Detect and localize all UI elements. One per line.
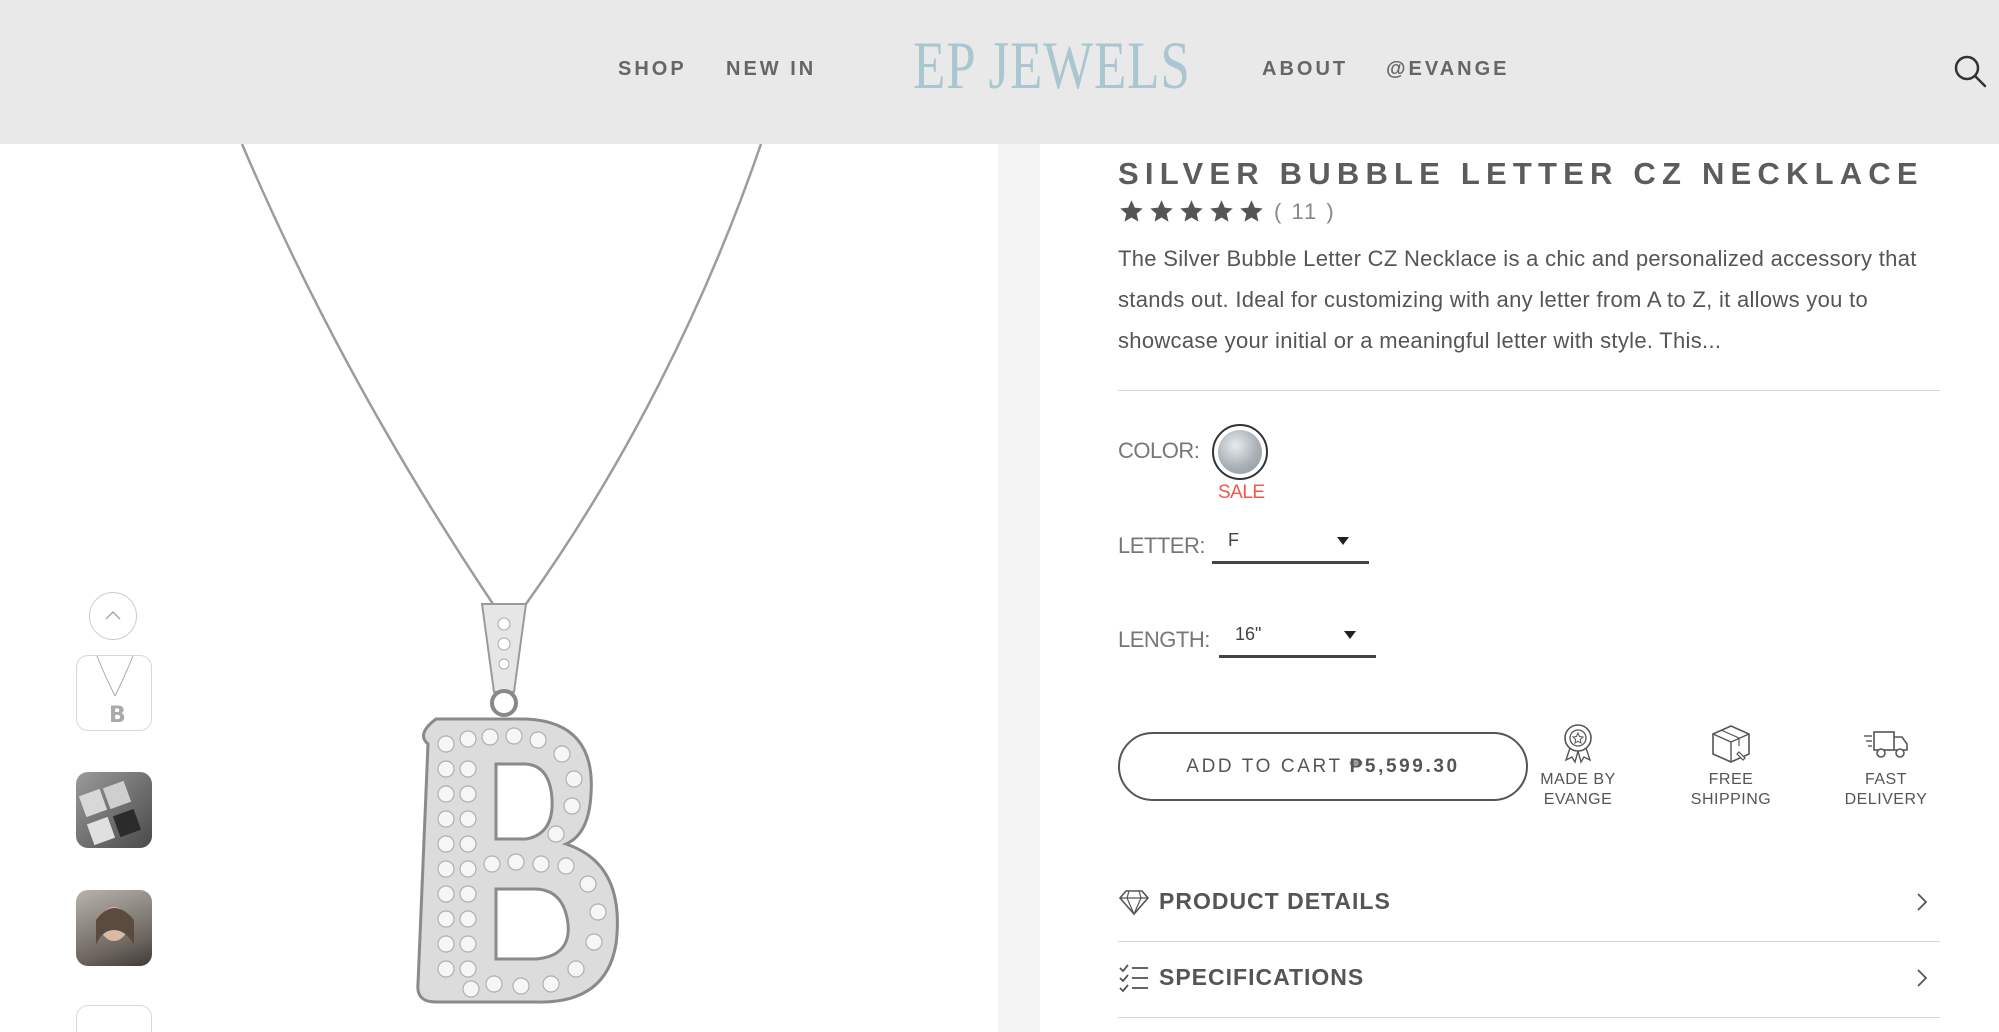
nav-about[interactable]: ABOUT bbox=[1262, 58, 1348, 81]
feature-line1: MADE BY bbox=[1540, 771, 1616, 788]
svg-text:B: B bbox=[109, 703, 126, 728]
feature-made-by-evange: MADE BY EVANGE bbox=[1513, 722, 1643, 810]
product-thumb-packaging[interactable] bbox=[76, 772, 152, 848]
feature-line1: FREE bbox=[1708, 771, 1754, 788]
star-icon bbox=[1120, 200, 1143, 222]
caret-down-icon bbox=[1337, 537, 1349, 545]
caret-down-icon bbox=[1344, 631, 1356, 639]
star-icon bbox=[1150, 200, 1173, 222]
accordion-label: SPECIFICATIONS bbox=[1159, 964, 1365, 990]
feature-fast-delivery: FAST DELIVERY bbox=[1821, 722, 1951, 810]
delivery-truck-icon bbox=[1864, 731, 1908, 758]
nav-evange[interactable]: @EVANGE bbox=[1386, 58, 1509, 81]
chevron-right-icon bbox=[1917, 893, 1928, 911]
feature-free-shipping: FREE SHIPPING bbox=[1666, 722, 1796, 810]
star-icon bbox=[1210, 200, 1233, 222]
letter-select[interactable]: F bbox=[1212, 522, 1369, 564]
length-label: LENGTH: bbox=[1118, 627, 1210, 652]
product-thumb-partial[interactable] bbox=[76, 1005, 152, 1032]
color-label: COLOR: bbox=[1118, 438, 1200, 463]
rating-stars[interactable]: ( 11 ) bbox=[1118, 198, 1336, 225]
product-main-image[interactable] bbox=[6, 143, 998, 1032]
gallery-divider bbox=[998, 144, 1040, 1032]
swatch-fill bbox=[1218, 430, 1262, 474]
product-title: SILVER BUBBLE LETTER CZ NECKLACE bbox=[1118, 156, 1924, 191]
color-swatch-silver[interactable] bbox=[1212, 424, 1268, 480]
review-count[interactable]: ( 11 ) bbox=[1274, 199, 1336, 225]
length-select-value: 16" bbox=[1235, 624, 1262, 644]
accordion-product-details[interactable]: PRODUCT DETAILS bbox=[1118, 866, 1940, 940]
product-thumb-necklace[interactable]: B bbox=[76, 655, 152, 731]
diamond-icon bbox=[1118, 890, 1150, 916]
accordion-label: PRODUCT DETAILS bbox=[1159, 888, 1391, 914]
site-header: SHOP NEW IN EP JEWELS ABOUT @EVANGE bbox=[0, 0, 1999, 144]
product-thumb-model[interactable] bbox=[76, 890, 152, 966]
search-icon[interactable] bbox=[1951, 52, 1991, 92]
nav-shop[interactable]: SHOP bbox=[618, 58, 687, 81]
add-to-cart-label: ADD TO CART bbox=[1186, 755, 1343, 777]
section-divider bbox=[1118, 1017, 1940, 1018]
sale-tag: SALE bbox=[1218, 482, 1265, 503]
feature-line2: EVANGE bbox=[1543, 791, 1613, 808]
accordion-specifications[interactable]: SPECIFICATIONS bbox=[1118, 942, 1940, 1016]
star-icon bbox=[1240, 200, 1263, 222]
site-logo[interactable]: EP JEWELS bbox=[913, 26, 1191, 105]
award-badge-icon bbox=[1564, 724, 1592, 764]
feature-line2: DELIVERY bbox=[1844, 791, 1928, 808]
nav-new-in[interactable]: NEW IN bbox=[726, 58, 816, 81]
checklist-icon bbox=[1119, 964, 1148, 993]
package-box-icon bbox=[1712, 725, 1750, 763]
section-divider bbox=[1118, 390, 1940, 391]
product-image-gallery bbox=[6, 143, 998, 1032]
letter-label: LETTER: bbox=[1118, 533, 1205, 558]
feature-line2: SHIPPING bbox=[1690, 791, 1772, 808]
length-select[interactable]: 16" bbox=[1219, 616, 1376, 658]
add-to-cart-button[interactable]: ADD TO CART ₱5,599.30 bbox=[1118, 732, 1528, 801]
letter-select-value: F bbox=[1228, 530, 1239, 550]
star-icon bbox=[1180, 200, 1203, 222]
feature-line1: FAST bbox=[1864, 771, 1907, 788]
product-description: The Silver Bubble Letter CZ Necklace is … bbox=[1118, 246, 1917, 353]
chevron-up-icon[interactable] bbox=[89, 592, 137, 640]
product-price: ₱5,599.30 bbox=[1349, 755, 1460, 777]
chevron-right-icon bbox=[1917, 969, 1928, 987]
